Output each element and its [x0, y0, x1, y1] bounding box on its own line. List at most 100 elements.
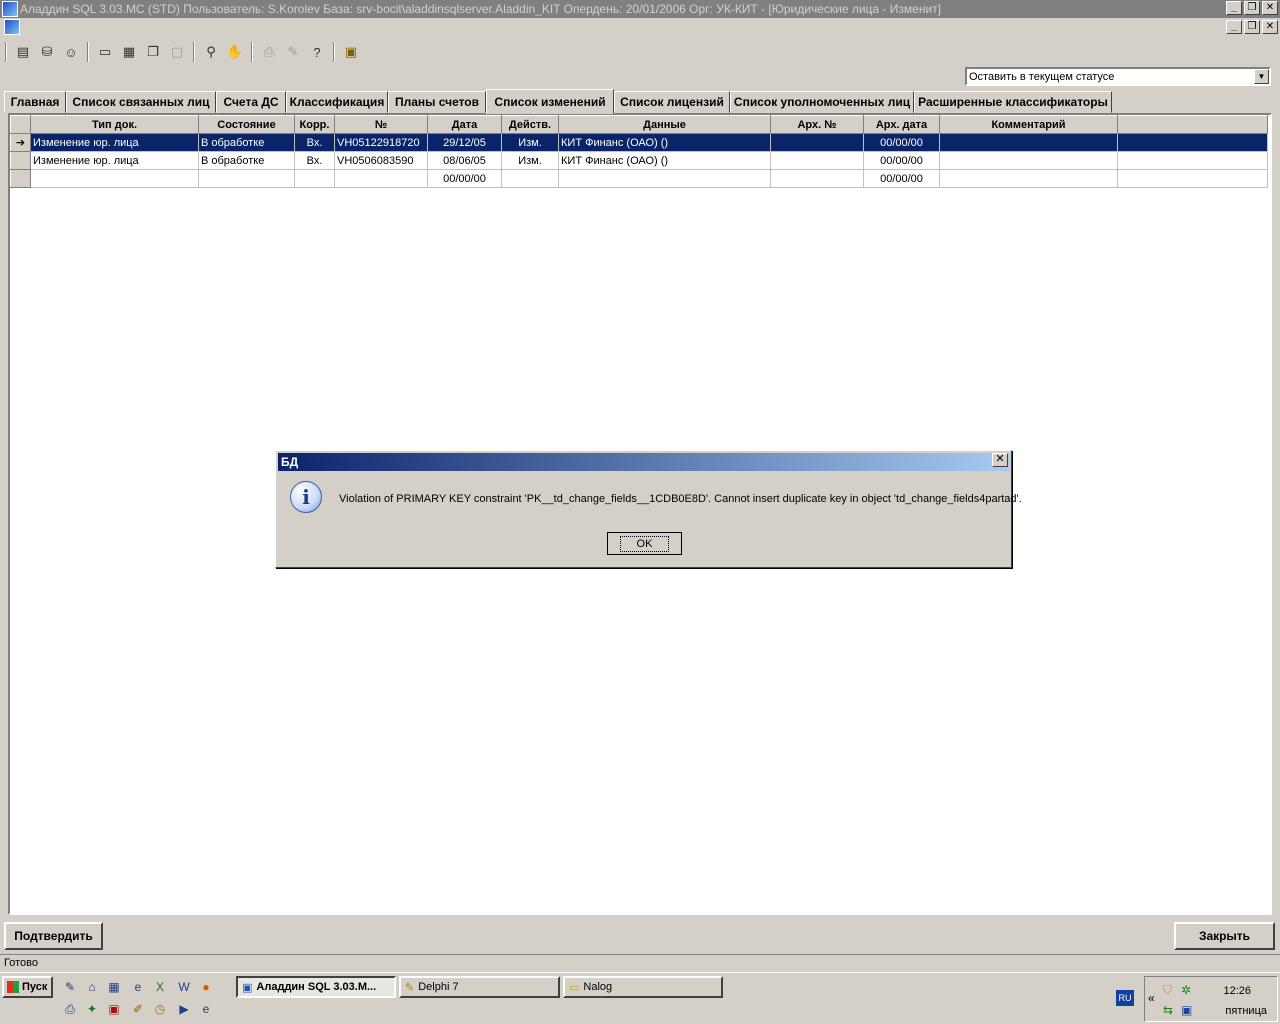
column-header[interactable]: Действ.	[501, 115, 559, 134]
document-list-icon[interactable]: ▤	[12, 41, 34, 63]
table-cell[interactable]	[334, 169, 428, 188]
table-cell[interactable]	[939, 151, 1118, 170]
table-cell[interactable]: 00/00/00	[863, 169, 940, 188]
table-cell[interactable]: КИТ Финанс (ОАО) ()	[558, 133, 771, 152]
table-cell[interactable]	[770, 133, 864, 152]
table-cell[interactable]	[770, 151, 864, 170]
child-window-icon[interactable]	[4, 19, 20, 35]
database-icon[interactable]: ⛁	[36, 41, 58, 63]
table-cell[interactable]	[198, 169, 295, 188]
confirm-button[interactable]: Подтвердить	[4, 922, 103, 950]
tools-icon[interactable]: ✎	[282, 41, 304, 63]
app-icon[interactable]	[2, 1, 18, 17]
start-button[interactable]: Пуск	[2, 976, 53, 998]
tray-expand-icon[interactable]: «	[1148, 991, 1155, 1005]
dropdown-arrow-icon[interactable]: ▼	[1254, 69, 1269, 84]
ok-button[interactable]: OK	[607, 532, 682, 555]
table-cell[interactable]	[939, 169, 1118, 188]
tab-related-persons[interactable]: Список связанных лиц	[66, 91, 216, 113]
security-shield-icon[interactable]: ⛉	[1163, 983, 1172, 998]
column-header[interactable]: №	[334, 115, 428, 134]
calculator-icon[interactable]: ▦	[106, 979, 122, 995]
close-button[interactable]: Закрыть	[1174, 922, 1275, 950]
table-cell[interactable]: 08/06/05	[427, 151, 502, 170]
word-icon[interactable]: W	[176, 979, 192, 995]
help-icon[interactable]: ?	[306, 41, 328, 63]
table-cell[interactable]: Изм.	[501, 151, 559, 170]
tab-changes-list[interactable]: Список изменений	[486, 89, 614, 114]
table-cell[interactable]	[30, 169, 199, 188]
table-cell[interactable]: Вх.	[294, 133, 335, 152]
column-header[interactable]: Корр.	[294, 115, 335, 134]
arrange-icon[interactable]: ▢	[166, 41, 188, 63]
column-header[interactable]: Комментарий	[939, 115, 1118, 134]
table-cell[interactable]: 00/00/00	[863, 133, 940, 152]
table-cell[interactable]: КИТ Финанс (ОАО) ()	[558, 151, 771, 170]
table-cell[interactable]: VH05122918720	[334, 133, 428, 152]
tab-accounts[interactable]: Счета ДС	[216, 91, 286, 113]
pencil-icon[interactable]: ✐	[130, 1001, 146, 1017]
status-select[interactable]: Оставить в текущем статусе ▼	[965, 67, 1271, 86]
child-restore-button[interactable]: ❐	[1244, 20, 1260, 34]
find-binoculars-icon[interactable]: ⚲	[200, 41, 222, 63]
clock-time[interactable]: 12:26	[1223, 985, 1251, 997]
table-row[interactable]: ➔ Изменение юр. лица В обработке Вх. VH0…	[10, 133, 1268, 152]
monitor-tray-icon[interactable]: ▣	[1181, 1003, 1192, 1017]
ie-small-icon[interactable]: e	[198, 1001, 214, 1017]
table-cell[interactable]: VH0506083590	[334, 151, 428, 170]
table-cell[interactable]: Изменение юр. лица	[30, 151, 199, 170]
tab-authorized-persons[interactable]: Список уполномоченных лиц	[730, 91, 914, 113]
delphi-launcher-icon[interactable]: ✎	[62, 979, 78, 995]
column-header[interactable]: Арх. дата	[863, 115, 940, 134]
tile-windows-icon[interactable]: ▦	[118, 41, 140, 63]
table-cell[interactable]	[501, 169, 559, 188]
taskbar-item-delphi[interactable]: ✎ Delphi 7	[399, 976, 560, 998]
table-cell[interactable]	[770, 169, 864, 188]
clock-app-icon[interactable]: ◷	[152, 1001, 168, 1017]
column-header[interactable]: Арх. №	[770, 115, 864, 134]
table-cell[interactable]: Вх.	[294, 151, 335, 170]
child-close-button[interactable]: ✕	[1262, 20, 1278, 34]
column-header[interactable]: Состояние	[198, 115, 295, 134]
firefox-icon[interactable]: ●	[198, 979, 214, 995]
tab-account-plans[interactable]: Планы счетов	[388, 91, 486, 113]
column-header[interactable]: Дата	[427, 115, 502, 134]
table-cell[interactable]: В обработке	[198, 133, 295, 152]
table-cell[interactable]: Изм.	[501, 133, 559, 152]
child-minimize-button[interactable]: _	[1226, 20, 1242, 34]
tab-classification[interactable]: Классификация	[286, 91, 388, 113]
table-cell[interactable]: В обработке	[198, 151, 295, 170]
table-cell[interactable]	[294, 169, 335, 188]
window-icon[interactable]: ▭	[94, 41, 116, 63]
table-cell[interactable]	[558, 169, 771, 188]
network-tray-icon[interactable]: ✲	[1181, 983, 1191, 997]
tab-main[interactable]: Главная	[4, 91, 66, 113]
table-cell[interactable]	[939, 133, 1118, 152]
close-window-button[interactable]: ✕	[1262, 1, 1278, 15]
language-indicator[interactable]: RU	[1116, 990, 1134, 1006]
maximize-button[interactable]: ❐	[1244, 1, 1260, 15]
table-row[interactable]: Изменение юр. лица В обработке Вх. VH050…	[10, 151, 1268, 170]
taskbar-item-nalog[interactable]: ▭ Nalog	[563, 976, 723, 998]
column-header[interactable]: Данные	[558, 115, 771, 134]
table-row[interactable]: 00/00/00 00/00/00	[10, 169, 1268, 188]
taskbar-item-aladdin[interactable]: ▣ Аладдин SQL 3.03.M...	[236, 976, 396, 998]
hand-icon[interactable]: ✋	[224, 41, 246, 63]
tools-launcher-icon[interactable]: ✦	[84, 1001, 100, 1017]
table-cell[interactable]: 29/12/05	[427, 133, 502, 152]
table-cell[interactable]: 00/00/00	[863, 151, 940, 170]
media-icon[interactable]: ▣	[106, 1001, 122, 1017]
printer-icon[interactable]: ⎙	[62, 1001, 78, 1017]
print-icon[interactable]: ⎙	[258, 41, 280, 63]
connection-tray-icon[interactable]: ⇆	[1163, 1003, 1173, 1017]
network-icon[interactable]: ⌂	[84, 979, 100, 995]
media-player-icon[interactable]: ▶	[176, 1001, 192, 1017]
tab-licenses[interactable]: Список лицензий	[614, 91, 730, 113]
table-cell[interactable]: Изменение юр. лица	[30, 133, 199, 152]
tab-extended-classifiers[interactable]: Расширенные классификаторы	[914, 91, 1112, 113]
minimize-button[interactable]: _	[1226, 1, 1242, 15]
ie-browser-icon[interactable]: e	[130, 979, 146, 995]
excel-icon[interactable]: X	[152, 979, 168, 995]
column-header[interactable]: Тип док.	[30, 115, 199, 134]
user-icon[interactable]: ☺	[60, 41, 82, 63]
